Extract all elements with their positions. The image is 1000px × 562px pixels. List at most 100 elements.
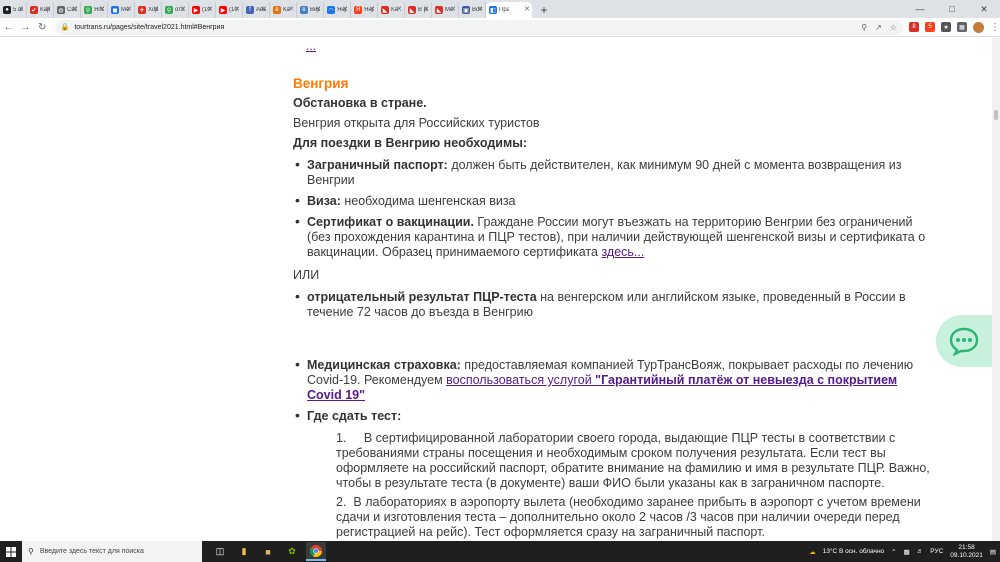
list-item-visa: Виза: необходима шенгенская виза <box>293 193 953 209</box>
taskbar: ⚲ Введите здесь текст для поиска ◫ ▮ ■ ✿… <box>0 541 1000 562</box>
browser-tab[interactable]: ◼ Ме ✕ <box>108 2 135 18</box>
browser-tab[interactable]: ◍ Сво ✕ <box>54 2 81 18</box>
weather-text[interactable]: 13°C В осн. облачно <box>823 548 884 555</box>
share-icon[interactable]: ↗ <box>875 23 882 32</box>
language-indicator[interactable]: РУС <box>930 548 943 555</box>
step-text: В сертифицированной лаборатории своего г… <box>363 431 896 445</box>
browser-tab[interactable]: ⚲ отз ✕ <box>162 2 189 18</box>
browser-tab[interactable]: ● 5 ш ✕ <box>0 2 27 18</box>
tab-close-icon[interactable]: ✕ <box>234 5 240 13</box>
previous-section-link[interactable]: ... <box>306 39 316 53</box>
chrome-taskbar-icon[interactable] <box>306 542 326 561</box>
browser-tab[interactable]: ⚲ Япо ✕ <box>81 2 108 18</box>
tab-close-icon[interactable]: ✕ <box>18 5 24 13</box>
tab-close-icon[interactable]: ✕ <box>207 5 213 13</box>
minimize-icon[interactable]: — <box>904 0 936 18</box>
scrollbar-thumb[interactable] <box>994 110 998 120</box>
tab-close-icon[interactable]: ✕ <box>396 5 402 13</box>
step-number: 1. <box>336 431 347 445</box>
certificate-sample-link[interactable]: здесь... <box>601 245 644 259</box>
tab-close-icon[interactable]: ✕ <box>45 5 51 13</box>
list-item-insurance: Медицинская страховка: предоставляемая к… <box>293 357 953 403</box>
extension-icon-3[interactable]: ★ <box>941 22 952 32</box>
browser-tab[interactable]: ◣В ра✕ <box>405 2 432 18</box>
browser-tab[interactable]: ▶ (10 ✕ <box>189 2 216 18</box>
browser-menu-icon[interactable]: ⋮ <box>990 22 1000 33</box>
browser-tab[interactable]: ◣ Ка ✕ <box>378 2 405 18</box>
reload-button[interactable]: ↻ <box>34 19 51 36</box>
browser-tab[interactable]: ◧ Пра ✕ <box>486 2 532 18</box>
url-text: tourtrans.ru/pages/site/travel2021.html#… <box>74 23 225 31</box>
taskbar-search[interactable]: ⚲ Введите здесь текст для поиска <box>22 541 202 562</box>
browser-tab[interactable]: ▶ (10 ✕ <box>216 2 243 18</box>
tab-close-icon[interactable]: ✕ <box>342 5 348 13</box>
browser-tab[interactable]: ▣ Воп ✕ <box>459 2 486 18</box>
tab-favicon-icon: ▣ <box>462 6 470 14</box>
list-item-vaccination: Сертификат о вакцинации. Граждане России… <box>293 214 953 260</box>
back-button[interactable]: ← <box>0 19 17 36</box>
close-window-icon[interactable]: ✕ <box>968 0 1000 18</box>
tab-close-icon[interactable]: ✕ <box>288 5 294 13</box>
tab-favicon-icon: ⚲ <box>165 6 173 14</box>
clock-time: 21:58 <box>958 543 975 551</box>
tab-strip: ● 5 ш ✕ ✔ Кар ✕ ◍ Сво ✕ ⚲ Япо ✕ ◼ Ме ✕ ✈ Ход ✕ ⚲ отз ✕ ▶ (10 ✕ ▶… <box>0 0 1000 18</box>
notifications-icon[interactable]: ▤ <box>990 548 996 556</box>
tab-close-icon[interactable]: ✕ <box>423 5 429 13</box>
paint-app-icon[interactable]: ✿ <box>282 542 302 561</box>
tab-close-icon[interactable]: ✕ <box>524 5 530 13</box>
browser-tab[interactable]: в Ка ✕ <box>270 2 297 18</box>
new-tab-button[interactable]: + <box>537 3 551 17</box>
tab-favicon-icon: f <box>246 6 254 14</box>
tab-close-icon[interactable]: ✕ <box>99 5 105 13</box>
tab-close-icon[interactable]: ✕ <box>450 5 456 13</box>
extensions-puzzle-icon[interactable]: ▦ <box>957 22 968 32</box>
windows-logo-icon <box>6 546 16 557</box>
network-icon[interactable]: ▩ <box>904 548 910 556</box>
pcr-list: отрицательный результат ПЦР-теста на вен… <box>293 289 953 324</box>
browser-tab[interactable]: ◣ Ме ✕ <box>432 2 459 18</box>
insurance-service-link[interactable]: воспользоваться услугой <box>446 373 595 387</box>
browser-tab[interactable]: в Вид ✕ <box>297 2 324 18</box>
tab-close-icon[interactable]: ✕ <box>153 5 159 13</box>
item-text: необходима шенгенская виза <box>340 194 516 208</box>
browser-tab[interactable]: f Авь ✕ <box>243 2 270 18</box>
bookmark-star-icon[interactable]: ☆ <box>890 23 897 32</box>
item-title: Виза: <box>307 194 341 208</box>
start-button[interactable] <box>0 541 22 562</box>
forward-button[interactable]: → <box>17 19 34 36</box>
clock[interactable]: 21:58 09.10.2021 <box>950 544 983 560</box>
extension-icon-2[interactable]: 5 <box>925 22 936 32</box>
lock-icon[interactable]: 🔒 <box>61 23 70 31</box>
address-bar[interactable]: 🔒 tourtrans.ru/pages/site/travel2021.htm… <box>54 19 904 35</box>
country-heading: Венгрия <box>293 76 349 91</box>
maximize-icon[interactable]: □ <box>936 0 968 18</box>
step-item: 1. В сертифицированной лаборатории своег… <box>336 431 936 491</box>
system-tray: ☁ 13°C В осн. облачно ⌃ ▩ ♬ РУС 21:58 09… <box>809 544 1000 560</box>
tab-close-icon[interactable]: ✕ <box>315 5 321 13</box>
folder-app-icon[interactable]: ■ <box>258 542 278 561</box>
extension-icon-1[interactable]: 8 <box>909 22 920 32</box>
volume-icon[interactable]: ♬ <box>917 548 924 555</box>
vertical-scrollbar[interactable] <box>992 38 1000 541</box>
zoom-icon[interactable]: ⚲ <box>861 23 867 32</box>
tab-close-icon[interactable]: ✕ <box>72 5 78 13</box>
tab-close-icon[interactable]: ✕ <box>477 5 483 13</box>
tab-close-icon[interactable]: ✕ <box>180 5 186 13</box>
file-explorer-icon[interactable]: ▮ <box>234 542 254 561</box>
item-text: Граждане России могут въезжать на террит… <box>473 215 913 229</box>
guarantee-payment-link[interactable]: "Гарантийный платёж от невыезда с покрыт… <box>595 373 897 387</box>
guarantee-payment-link-cont[interactable]: Covid 19" <box>307 388 365 402</box>
list-item-pcr: отрицательный результат ПЦР-теста на вен… <box>293 289 953 320</box>
tab-close-icon[interactable]: ✕ <box>261 5 267 13</box>
search-placeholder: Введите здесь текст для поиска <box>39 548 144 555</box>
task-view-icon[interactable]: ◫ <box>210 542 230 561</box>
tab-close-icon[interactable]: ✕ <box>369 5 375 13</box>
browser-tab[interactable]: ЯЯнд✕ <box>351 2 378 18</box>
browser-tab[interactable]: ✈ Ход ✕ <box>135 2 162 18</box>
tab-close-icon[interactable]: ✕ <box>126 5 132 13</box>
profile-avatar[interactable] <box>973 21 985 33</box>
tray-chevron-icon[interactable]: ⌃ <box>891 548 896 556</box>
chat-widget-button[interactable] <box>936 315 1000 367</box>
browser-tab[interactable]: ✔ Кар ✕ <box>27 2 54 18</box>
browser-tab[interactable]: ◠Янд✕ <box>324 2 351 18</box>
